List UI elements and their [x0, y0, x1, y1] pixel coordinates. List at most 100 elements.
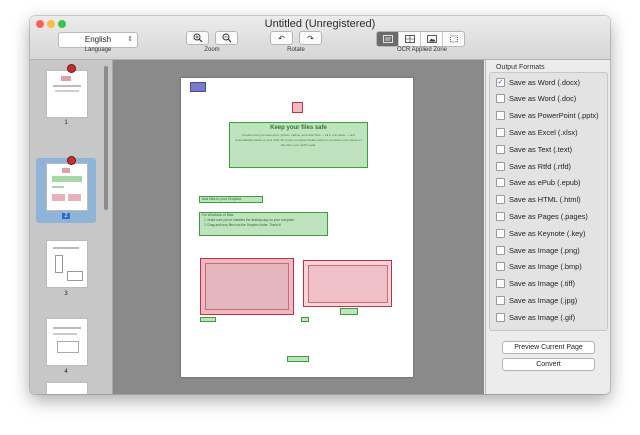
checkbox-icon[interactable] — [496, 211, 505, 221]
checkbox-icon[interactable] — [496, 178, 505, 188]
embedded-screenshot — [308, 265, 388, 303]
checkbox-icon[interactable] — [496, 262, 505, 272]
convert-button[interactable]: Convert — [502, 358, 595, 371]
output-format-option[interactable]: Save as Image (.png) — [496, 244, 580, 256]
thumbnail-text-block — [52, 176, 82, 182]
output-formats-group: ✓ Save as Word (.docx) Save as Word (.doc)… — [489, 72, 608, 331]
zoom-in-icon[interactable] — [186, 31, 209, 45]
thumbnail-line — [55, 90, 79, 92]
output-format-option[interactable]: Save as HTML (.html) — [496, 194, 581, 206]
text-zone-caption-3[interactable] — [301, 317, 309, 322]
page-thumbnail-sidebar[interactable]: 1 2 3 4 — [30, 60, 113, 394]
pin-icon — [67, 156, 76, 165]
output-format-label: Save as Excel (.xlsx) — [509, 127, 578, 137]
page-thumbnail-1[interactable] — [46, 70, 88, 118]
text-zone-caption-1[interactable] — [200, 317, 216, 322]
page-number-1: 1 — [64, 120, 68, 126]
output-format-label: Save as Word (.docx) — [509, 77, 580, 87]
checkbox-icon[interactable] — [496, 127, 505, 137]
output-format-label: Save as Word (.doc) — [509, 94, 577, 104]
image-zone-icon[interactable] — [421, 32, 443, 46]
document-heading: Keep your files safe — [270, 125, 327, 131]
preview-current-page-button[interactable]: Preview Current Page — [502, 341, 595, 354]
document-body: Dropbox lets you save docs, photos, vide… — [235, 133, 362, 147]
image-zone-screenshot-1[interactable] — [200, 258, 294, 315]
page-number-badge: 2 — [62, 213, 70, 219]
logo-zone[interactable] — [190, 82, 206, 92]
text-zone-caption-2[interactable] — [340, 308, 358, 315]
output-format-option[interactable]: Save as Keynote (.key) — [496, 227, 585, 239]
thumbnail-graphic — [61, 76, 71, 81]
checkbox-icon[interactable] — [496, 161, 505, 171]
output-formats-title: Output Formats — [494, 64, 547, 71]
output-format-option[interactable]: Save as Pages (.pages) — [496, 210, 588, 222]
checkbox-icon[interactable] — [496, 279, 505, 289]
text-zone-instructions[interactable]: On Windows or Mac 1. Make sure you've in… — [199, 212, 328, 236]
sidebar-scrollbar[interactable] — [104, 66, 108, 210]
rotate-label: Rotate — [287, 47, 305, 53]
output-format-label: Save as Image (.tiff) — [509, 279, 575, 289]
rotate-right-icon[interactable]: ↷ — [299, 31, 322, 45]
image-zone-icon-graphic[interactable] — [292, 102, 303, 113]
checkbox-icon[interactable] — [496, 245, 505, 255]
document-page: Keep your files safe Dropbox lets you sa… — [181, 78, 413, 377]
output-format-label: Save as Image (.png) — [509, 245, 580, 255]
output-format-label: Save as PowerPoint (.pptx) — [509, 111, 599, 121]
image-zone-screenshot-2[interactable] — [303, 260, 392, 307]
text-zone-heading[interactable]: Keep your files safe Dropbox lets you sa… — [229, 122, 368, 168]
output-format-label: Save as Image (.gif) — [509, 312, 576, 322]
text-zone-icon[interactable] — [377, 32, 399, 46]
text-zone-subheading[interactable]: Add files to your Dropbox — [199, 196, 263, 203]
checkbox-icon[interactable] — [496, 195, 505, 205]
ocr-zone-label: OCR Applied Zone — [396, 47, 448, 53]
checkbox-icon[interactable] — [496, 94, 505, 104]
output-format-option[interactable]: Save as Text (.text) — [496, 143, 572, 155]
output-format-option[interactable]: Save as Rtfd (.rtfd) — [496, 160, 571, 172]
checkbox-icon[interactable] — [496, 228, 505, 238]
thumbnail-figure — [55, 255, 63, 273]
checkbox-icon[interactable] — [496, 111, 505, 121]
document-subheading: Add files to your Dropbox — [202, 197, 242, 201]
output-format-label: Save as Keynote (.key) — [509, 228, 586, 238]
zoom-label: Zoom — [204, 47, 220, 53]
checkbox-icon[interactable] — [496, 295, 505, 305]
thumbnail-figure — [67, 271, 83, 281]
zoom-out-icon[interactable] — [215, 31, 238, 45]
output-format-option[interactable]: ✓ Save as Word (.docx) — [496, 76, 580, 88]
thumbnail-line — [53, 247, 79, 249]
output-format-option[interactable]: Save as Image (.gif) — [496, 311, 575, 323]
thumbnail-image-block — [52, 194, 65, 201]
output-format-option[interactable]: Save as ePub (.epub) — [496, 177, 581, 189]
pin-icon — [67, 64, 76, 73]
text-zone-footer[interactable] — [287, 356, 309, 362]
output-format-label: Save as HTML (.html) — [509, 195, 581, 205]
table-zone-icon[interactable] — [399, 32, 421, 46]
output-format-label: Save as Image (.jpg) — [509, 295, 578, 305]
output-formats-panel: ✓ Save as Word (.docx) Save as Word (.doc)… — [485, 60, 610, 394]
page-thumbnail-3[interactable] — [46, 240, 88, 288]
output-format-option[interactable]: Save as Image (.bmp) — [496, 261, 582, 273]
page-thumbnail-5[interactable] — [46, 382, 88, 394]
page-number-4: 4 — [64, 369, 68, 375]
output-format-label: Save as Image (.bmp) — [509, 262, 582, 272]
app-window: Untitled (Unregistered) English ⇕ Langua… — [30, 16, 610, 394]
language-select[interactable]: English ⇕ — [58, 32, 138, 48]
checkbox-icon[interactable] — [496, 312, 505, 322]
output-format-option[interactable]: Save as Excel (.xlsx) — [496, 126, 578, 138]
output-format-option[interactable]: Save as Image (.tiff) — [496, 278, 575, 290]
checkbox-icon[interactable] — [496, 144, 505, 154]
output-format-option[interactable]: Save as Word (.doc) — [496, 93, 576, 105]
thumbnail-line — [53, 327, 81, 329]
page-thumbnail-4[interactable] — [46, 318, 88, 366]
page-thumbnail-2[interactable] — [46, 163, 88, 211]
document-canvas[interactable]: Keep your files safe Dropbox lets you sa… — [113, 60, 484, 394]
language-label: Language — [84, 47, 112, 53]
embedded-screenshot — [205, 263, 289, 310]
crop-zone-icon[interactable] — [443, 32, 464, 46]
rotate-controls: ↶ ↷ — [270, 31, 322, 45]
output-format-option[interactable]: Save as Image (.jpg) — [496, 294, 577, 306]
checkbox-checked-icon[interactable]: ✓ — [496, 77, 505, 87]
rotate-left-icon[interactable]: ↶ — [270, 31, 293, 45]
language-value: English — [84, 35, 112, 44]
output-format-option[interactable]: Save as PowerPoint (.pptx) — [496, 110, 599, 122]
